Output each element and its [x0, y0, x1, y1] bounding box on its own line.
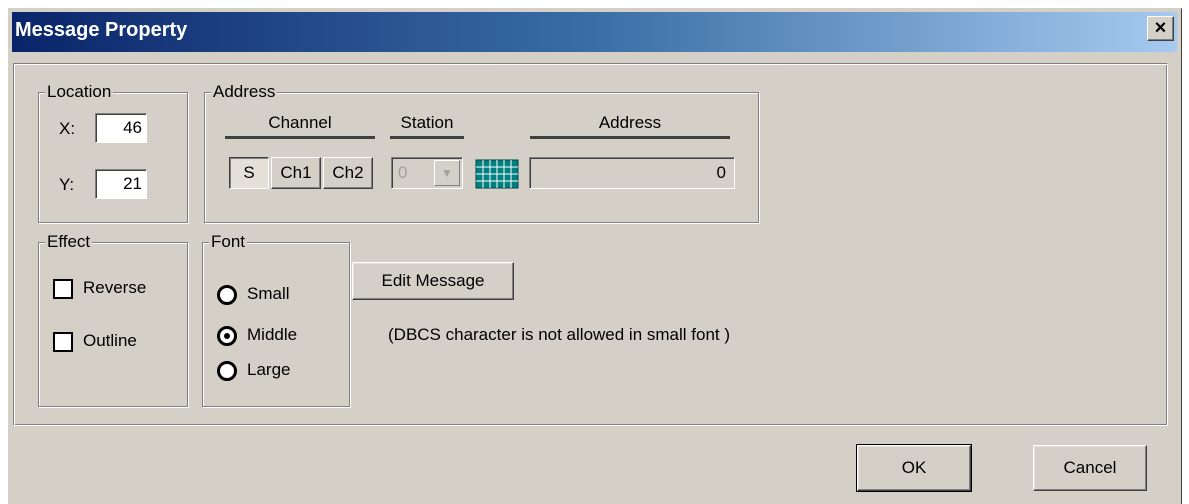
outline-label[interactable]: Outline — [83, 331, 137, 351]
address-group-label: Address — [211, 82, 278, 102]
message-property-dialog: Message Property × Location X: 46 Y: 21 … — [8, 8, 1182, 504]
station-value: 0 — [398, 163, 408, 182]
font-group-label: Font — [209, 232, 248, 252]
x-input[interactable]: 46 — [95, 113, 147, 143]
dbcs-note: (DBCS character is not allowed in small … — [388, 325, 731, 344]
channel-ch2-button[interactable]: Ch2 — [323, 157, 373, 189]
font-small-radio[interactable] — [217, 285, 237, 305]
address-group: Address Channel Station Address S Ch1 Ch… — [204, 82, 759, 223]
close-icon: × — [1154, 17, 1167, 39]
y-label: Y: — [59, 175, 75, 194]
edit-message-button[interactable]: Edit Message — [352, 262, 514, 300]
properties-panel: Location X: 46 Y: 21 Address Channel Sta… — [13, 63, 1168, 426]
font-large-label[interactable]: Large — [247, 360, 290, 380]
channel-s-button[interactable]: S — [229, 157, 269, 189]
outline-checkbox[interactable] — [53, 332, 73, 352]
effect-group: Effect Reverse Outline — [38, 232, 188, 407]
y-input[interactable]: 21 — [95, 169, 147, 199]
channel-ch1-button[interactable]: Ch1 — [271, 157, 321, 189]
keypad-grid-icon[interactable] — [475, 159, 519, 189]
window-title: Message Property — [15, 19, 188, 41]
font-middle-label[interactable]: Middle — [247, 325, 297, 345]
chevron-down-icon[interactable]: ▼ — [434, 160, 460, 186]
station-select[interactable]: 0 ▼ — [391, 157, 463, 189]
x-label: X: — [59, 119, 76, 138]
address-header: Address — [530, 113, 730, 139]
close-button[interactable]: × — [1147, 16, 1174, 41]
font-middle-radio[interactable] — [217, 326, 237, 346]
effect-group-label: Effect — [45, 232, 93, 252]
reverse-label[interactable]: Reverse — [83, 278, 146, 298]
ok-button[interactable]: OK — [856, 444, 972, 492]
title-bar[interactable]: Message Property × — [12, 12, 1177, 52]
location-group: Location X: 46 Y: 21 — [38, 82, 188, 223]
font-group: Font Small Middle Large — [202, 232, 350, 407]
address-input[interactable]: 0 — [529, 157, 735, 189]
reverse-checkbox[interactable] — [53, 279, 73, 299]
cancel-button[interactable]: Cancel — [1033, 445, 1147, 491]
location-group-label: Location — [45, 82, 114, 102]
font-large-radio[interactable] — [217, 361, 237, 381]
station-header: Station — [390, 113, 464, 139]
font-small-label[interactable]: Small — [247, 284, 290, 304]
channel-header: Channel — [225, 113, 375, 139]
